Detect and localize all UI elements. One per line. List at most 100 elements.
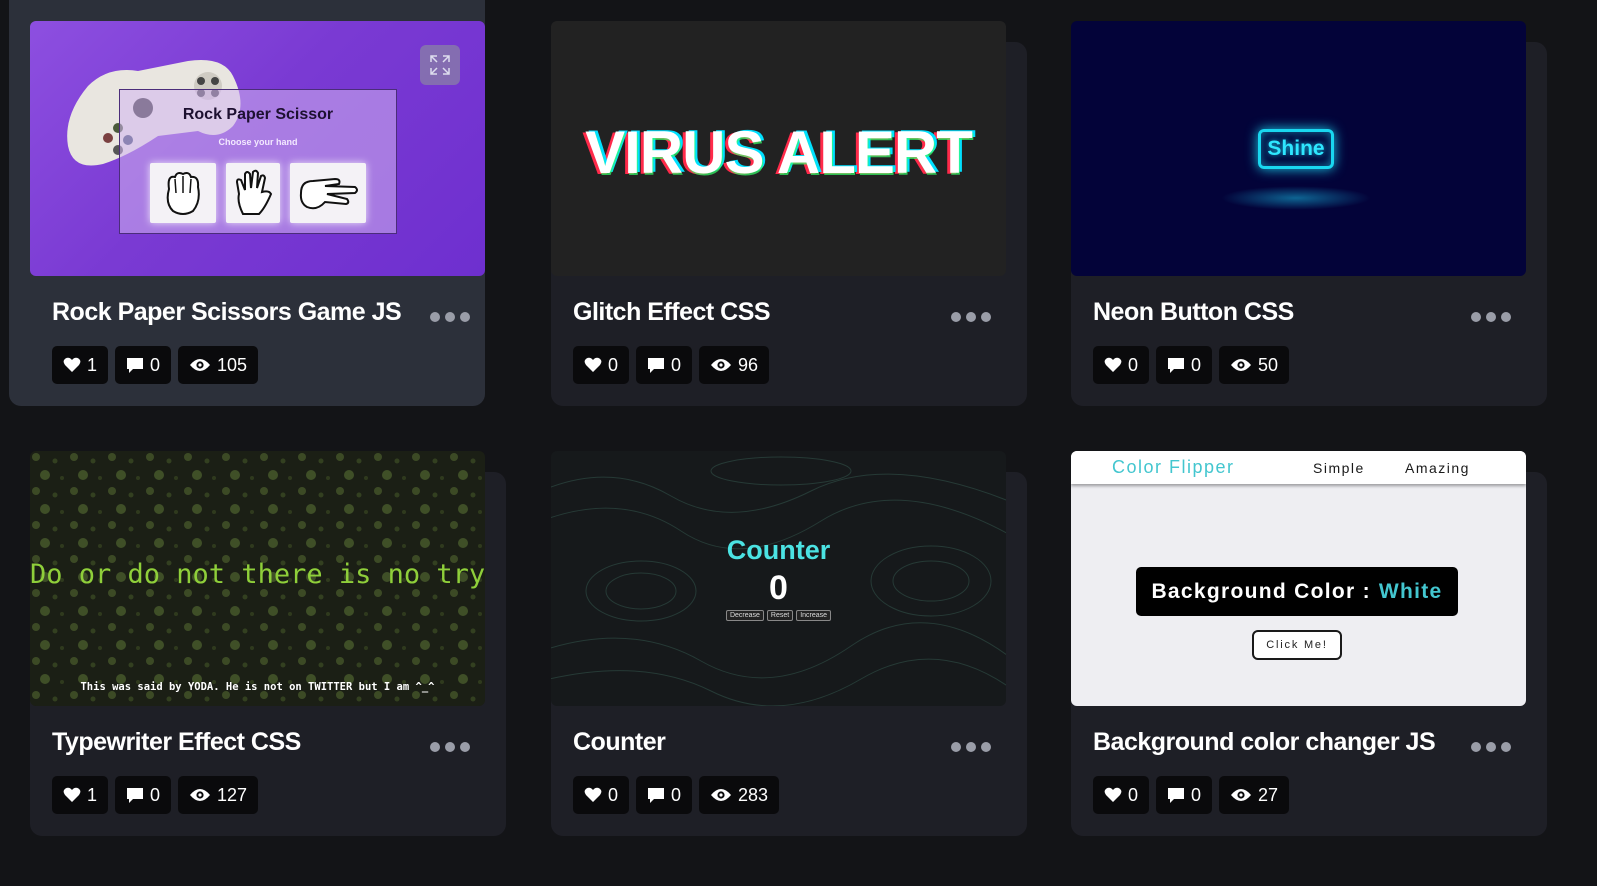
eye-icon: [190, 359, 211, 371]
heart-icon: [63, 787, 81, 802]
comment-icon: [648, 357, 665, 373]
flip-link-simple[interactable]: Simple: [1313, 460, 1365, 476]
card-glitch-effect[interactable]: VIRUS ALERT VIRUS ALERT VIRUS ALERT VIRU…: [551, 21, 1027, 406]
like-button[interactable]: 0: [573, 346, 630, 384]
comment-icon: [127, 787, 144, 803]
comment-button[interactable]: 0: [115, 776, 172, 814]
like-count: 1: [87, 784, 98, 805]
card-stats: 1 0 127: [52, 776, 259, 814]
card-preview[interactable]: Rock Paper Scissor Choose your hand: [30, 21, 485, 276]
expand-button[interactable]: [420, 45, 460, 85]
card-title[interactable]: Rock Paper Scissors Game JS: [52, 298, 402, 327]
flip-link-amazing[interactable]: Amazing: [1405, 460, 1470, 476]
card-stats: 0 0 96: [573, 346, 770, 384]
paper-hand-icon[interactable]: [226, 163, 280, 223]
scissors-hand-icon[interactable]: [290, 163, 366, 223]
view-count-badge[interactable]: 96: [699, 346, 770, 384]
card-rock-paper-scissors[interactable]: Rock Paper Scissor Choose your hand Rock…: [9, 0, 485, 406]
more-dots-icon[interactable]: [951, 310, 995, 324]
card-stats: 0 0 283: [573, 776, 780, 814]
heart-icon: [1104, 357, 1122, 372]
heart-icon: [1104, 787, 1122, 802]
background-color-value: White: [1378, 579, 1443, 603]
more-dots-icon[interactable]: [1471, 740, 1515, 754]
view-count: 105: [217, 354, 248, 375]
card-preview[interactable]: Shine: [1071, 21, 1526, 276]
like-button[interactable]: 0: [1093, 346, 1150, 384]
comment-icon: [127, 357, 144, 373]
card-title[interactable]: Glitch Effect CSS: [573, 298, 771, 327]
card-title[interactable]: Typewriter Effect CSS: [52, 728, 301, 757]
comment-button[interactable]: 0: [636, 346, 693, 384]
view-count-badge[interactable]: 50: [1219, 346, 1290, 384]
counter-value: 0: [769, 569, 788, 607]
like-count: 0: [1128, 784, 1139, 805]
like-button[interactable]: 1: [52, 346, 109, 384]
card-stats: 0 0 27: [1093, 776, 1290, 814]
decrease-button[interactable]: Decrease: [725, 610, 764, 621]
card-preview[interactable]: Counter 0 Decrease Reset Increase: [551, 451, 1006, 706]
eye-icon: [711, 359, 732, 371]
comment-button[interactable]: 0: [636, 776, 693, 814]
card-counter[interactable]: Counter 0 Decrease Reset Increase Counte…: [551, 451, 1027, 836]
like-button[interactable]: 0: [1093, 776, 1150, 814]
comment-icon: [1168, 357, 1185, 373]
card-typewriter-effect[interactable]: Do or do not there is no try This was sa…: [30, 451, 506, 836]
rock-hand-icon[interactable]: [150, 163, 216, 223]
like-count: 0: [1128, 354, 1139, 375]
rps-panel: Rock Paper Scissor Choose your hand: [119, 89, 397, 234]
comment-button[interactable]: 0: [115, 346, 172, 384]
card-title[interactable]: Background color changer JS: [1093, 728, 1436, 757]
card-neon-button[interactable]: Shine Neon Button CSS 0 0 50: [1071, 21, 1547, 406]
rps-heading: Rock Paper Scissor: [182, 106, 334, 123]
view-count-badge[interactable]: 105: [178, 346, 259, 384]
eye-icon: [190, 789, 211, 801]
background-color-label: Background Color :: [1151, 579, 1371, 603]
comment-count: 0: [671, 354, 682, 375]
comment-count: 0: [1191, 784, 1202, 805]
like-count: 0: [608, 354, 619, 375]
card-stats: 0 0 50: [1093, 346, 1290, 384]
comment-icon: [1168, 787, 1185, 803]
comment-button[interactable]: 0: [1156, 346, 1213, 384]
view-count-badge[interactable]: 283: [699, 776, 780, 814]
neon-glow: [1221, 186, 1371, 210]
counter-controls: Decrease Reset Increase: [551, 610, 1006, 621]
flip-navbar: Color Flipper Simple Amazing: [1071, 451, 1526, 484]
card-title[interactable]: Neon Button CSS: [1093, 298, 1294, 327]
comment-count: 0: [671, 784, 682, 805]
view-count: 50: [1258, 354, 1279, 375]
card-stats: 1 0 105: [52, 346, 259, 384]
like-count: 1: [87, 354, 98, 375]
click-me-button[interactable]: Click Me!: [1252, 630, 1342, 660]
like-button[interactable]: 0: [573, 776, 630, 814]
more-dots-icon[interactable]: [1471, 310, 1515, 324]
glitch-text: VIRUS ALERT VIRUS ALERT VIRUS ALERT VIRU…: [582, 118, 976, 188]
view-count-badge[interactable]: 27: [1219, 776, 1290, 814]
card-background-color-changer[interactable]: Color Flipper Simple Amazing Background …: [1071, 451, 1547, 836]
heart-icon: [63, 357, 81, 372]
comment-count: 0: [1191, 354, 1202, 375]
comment-count: 0: [150, 784, 161, 805]
counter-heading: Counter: [726, 535, 831, 565]
comment-button[interactable]: 0: [1156, 776, 1213, 814]
typewriter-quote: This was said by YODA. He is not on TWIT…: [80, 681, 435, 693]
flip-brand[interactable]: Color Flipper: [1112, 457, 1235, 478]
reset-button[interactable]: Reset: [766, 610, 794, 621]
card-preview[interactable]: Color Flipper Simple Amazing Background …: [1071, 451, 1526, 706]
heart-icon: [584, 357, 602, 372]
more-dots-icon[interactable]: [951, 740, 995, 754]
card-preview[interactable]: VIRUS ALERT VIRUS ALERT VIRUS ALERT VIRU…: [551, 21, 1006, 276]
typewriter-line: Do or do not there is no try: [30, 559, 485, 592]
card-preview[interactable]: Do or do not there is no try This was sa…: [30, 451, 485, 706]
neon-shine-button[interactable]: Shine: [1258, 129, 1334, 169]
more-dots-icon[interactable]: [430, 740, 474, 754]
eye-icon: [711, 789, 732, 801]
increase-button[interactable]: Increase: [796, 610, 832, 621]
comment-count: 0: [150, 354, 161, 375]
like-button[interactable]: 1: [52, 776, 109, 814]
more-dots-icon[interactable]: [430, 310, 474, 324]
view-count-badge[interactable]: 127: [178, 776, 259, 814]
card-title[interactable]: Counter: [573, 728, 666, 757]
view-count: 283: [738, 784, 769, 805]
